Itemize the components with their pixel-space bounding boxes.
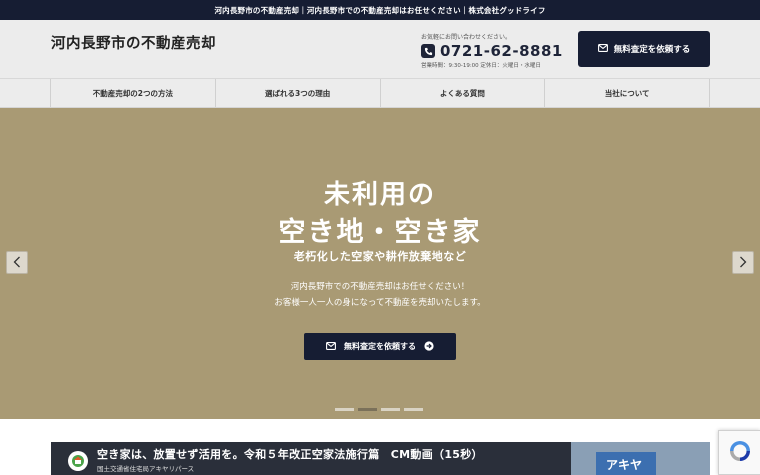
hero-description-line2: お客様一人一人の身になって不動産を売却いたします。 (274, 298, 486, 308)
mail-icon (597, 43, 608, 55)
video-sign-text: アキヤ (606, 458, 643, 472)
nav-item-faq[interactable]: よくある質問 (379, 79, 545, 107)
nav-item-sale-methods[interactable]: 不動産売却の2つの方法 (50, 79, 215, 107)
video-channel-name[interactable]: 国土交通省住宅局アキヤリパース (97, 463, 194, 473)
contact-block: お気軽にお問い合わせください。 0721-62-8881 営業時間：9:30-1… (421, 32, 563, 69)
header-free-appraisal-button[interactable]: 無料査定を依頼する (578, 31, 710, 67)
phone-number[interactable]: 0721-62-8881 (440, 42, 563, 60)
header-cta-label: 無料査定を依頼する (613, 45, 691, 55)
top-announcement-text: 河内長野市の不動産売却｜河内長野市での不動産売却はお任せください｜株式会社グッド… (214, 5, 546, 15)
phone-row[interactable]: 0721-62-8881 (421, 42, 563, 60)
mail-icon (326, 341, 336, 352)
business-hours: 営業時間：9:30-19:00 定休日：火曜日・水曜日 (421, 63, 541, 69)
nav-item-label: 当社について (604, 88, 650, 98)
site-header: 河内長野市の不動産売却 お気軽にお問い合わせください。 0721-62-8881… (0, 20, 760, 79)
recaptcha-icon (727, 438, 753, 468)
global-navigation: 不動産売却の2つの方法 選ばれる3つの理由 よくある質問 当社について (0, 79, 760, 108)
slider-dot[interactable] (404, 408, 423, 411)
hero-subheading: 老朽化した空家や耕作放棄地など (293, 250, 467, 263)
nav-item-label: 選ばれる3つの理由 (265, 88, 331, 98)
recaptcha-badge[interactable] (718, 430, 760, 475)
nav-item-about[interactable]: 当社について (544, 79, 710, 107)
hero-description-line1: 河内長野市での不動産売却はお任せください！ (290, 282, 470, 292)
chevron-left-icon (13, 253, 21, 272)
slider-next-button[interactable] (732, 251, 754, 274)
top-announcement-bar: 河内長野市の不動産売却｜河内長野市での不動産売却はお任せください｜株式会社グッド… (0, 0, 760, 20)
slider-prev-button[interactable] (6, 251, 28, 274)
phone-icon (421, 44, 435, 58)
slider-dot[interactable] (358, 408, 377, 411)
slider-dot[interactable] (381, 408, 400, 411)
hero-free-appraisal-button[interactable]: 無料査定を依頼する (304, 333, 456, 360)
video-embed[interactable]: アキヤ 空き家は、放置せず活用を。令和５年改正空家法施行篇 CM動画（15秒） … (51, 442, 710, 475)
channel-avatar[interactable] (68, 451, 88, 471)
hero-cta-label: 無料査定を依頼する (344, 342, 416, 351)
slider-dot[interactable] (335, 408, 354, 411)
video-thumbnail-sign: アキヤ (596, 452, 656, 475)
nav-item-label: よくある質問 (439, 88, 485, 98)
nav-item-label: 不動産売却の2つの方法 (92, 88, 173, 98)
contact-note: お気軽にお問い合わせください。 (421, 34, 512, 41)
slider-pagination (335, 408, 427, 411)
nav-item-reasons[interactable]: 選ばれる3つの理由 (214, 79, 380, 107)
chevron-right-icon (739, 253, 747, 272)
hero-heading-line2: 空き地・空き家 (278, 217, 482, 248)
site-title[interactable]: 河内長野市の不動産売却 (51, 32, 216, 53)
hero-slider: 未利用の 空き地・空き家 老朽化した空家や耕作放棄地など 河内長野市での不動産売… (0, 108, 760, 419)
arrow-right-circle-icon (424, 340, 434, 353)
video-title[interactable]: 空き家は、放置せず活用を。令和５年改正空家法施行篇 CM動画（15秒） (97, 446, 483, 462)
hero-heading-line1: 未利用の (323, 180, 436, 210)
